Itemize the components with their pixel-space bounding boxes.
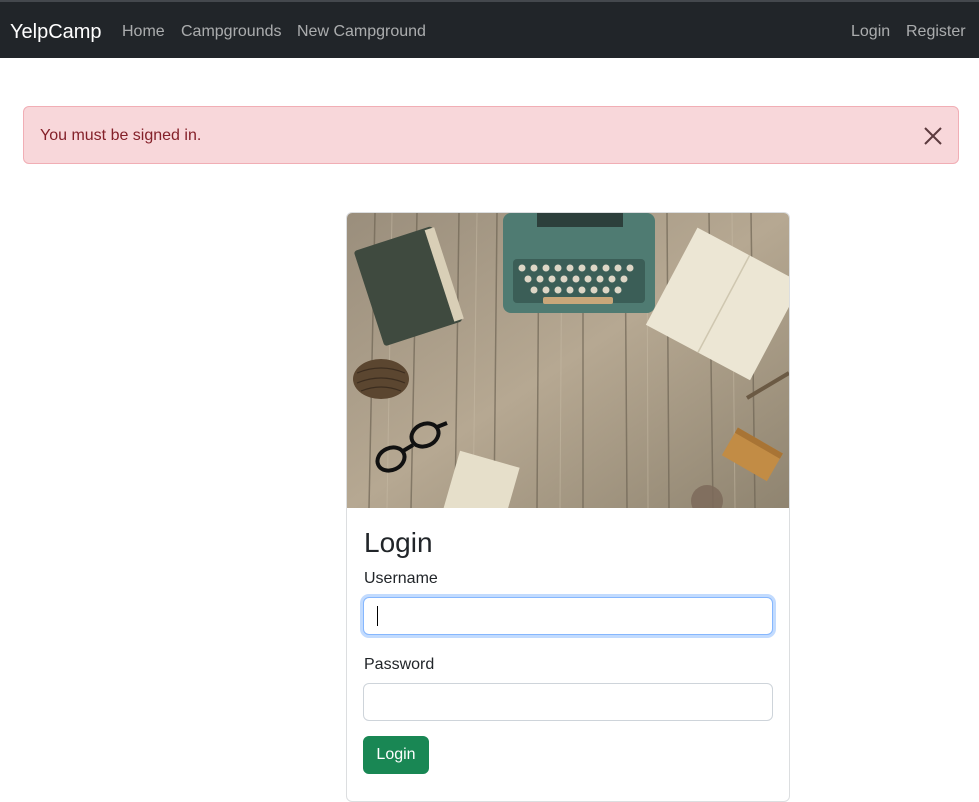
alert-message: You must be signed in. [40,127,202,144]
username-label: Username [364,570,438,587]
password-label: Password [364,656,435,673]
nav-login-link[interactable]: Login [851,22,890,42]
desk-typewriter-photo [347,213,789,508]
nav-register-link[interactable]: Register [906,22,966,42]
top-navbar: YelpCamp Home Campgrounds New Campground… [0,0,979,58]
brand-logo[interactable]: YelpCamp [10,20,102,44]
login-button[interactable]: Login [363,736,429,774]
password-input[interactable] [363,683,773,721]
text-caret [377,606,378,626]
close-icon[interactable] [922,125,944,147]
nav-home-link[interactable]: Home [122,22,165,42]
nav-new-campground-link[interactable]: New Campground [297,22,426,42]
nav-campgrounds-link[interactable]: Campgrounds [181,22,282,42]
flash-alert: You must be signed in. [23,106,959,164]
login-title: Login [364,527,433,558]
username-input[interactable] [363,597,773,635]
login-card: Login Username Password Login [346,212,790,802]
